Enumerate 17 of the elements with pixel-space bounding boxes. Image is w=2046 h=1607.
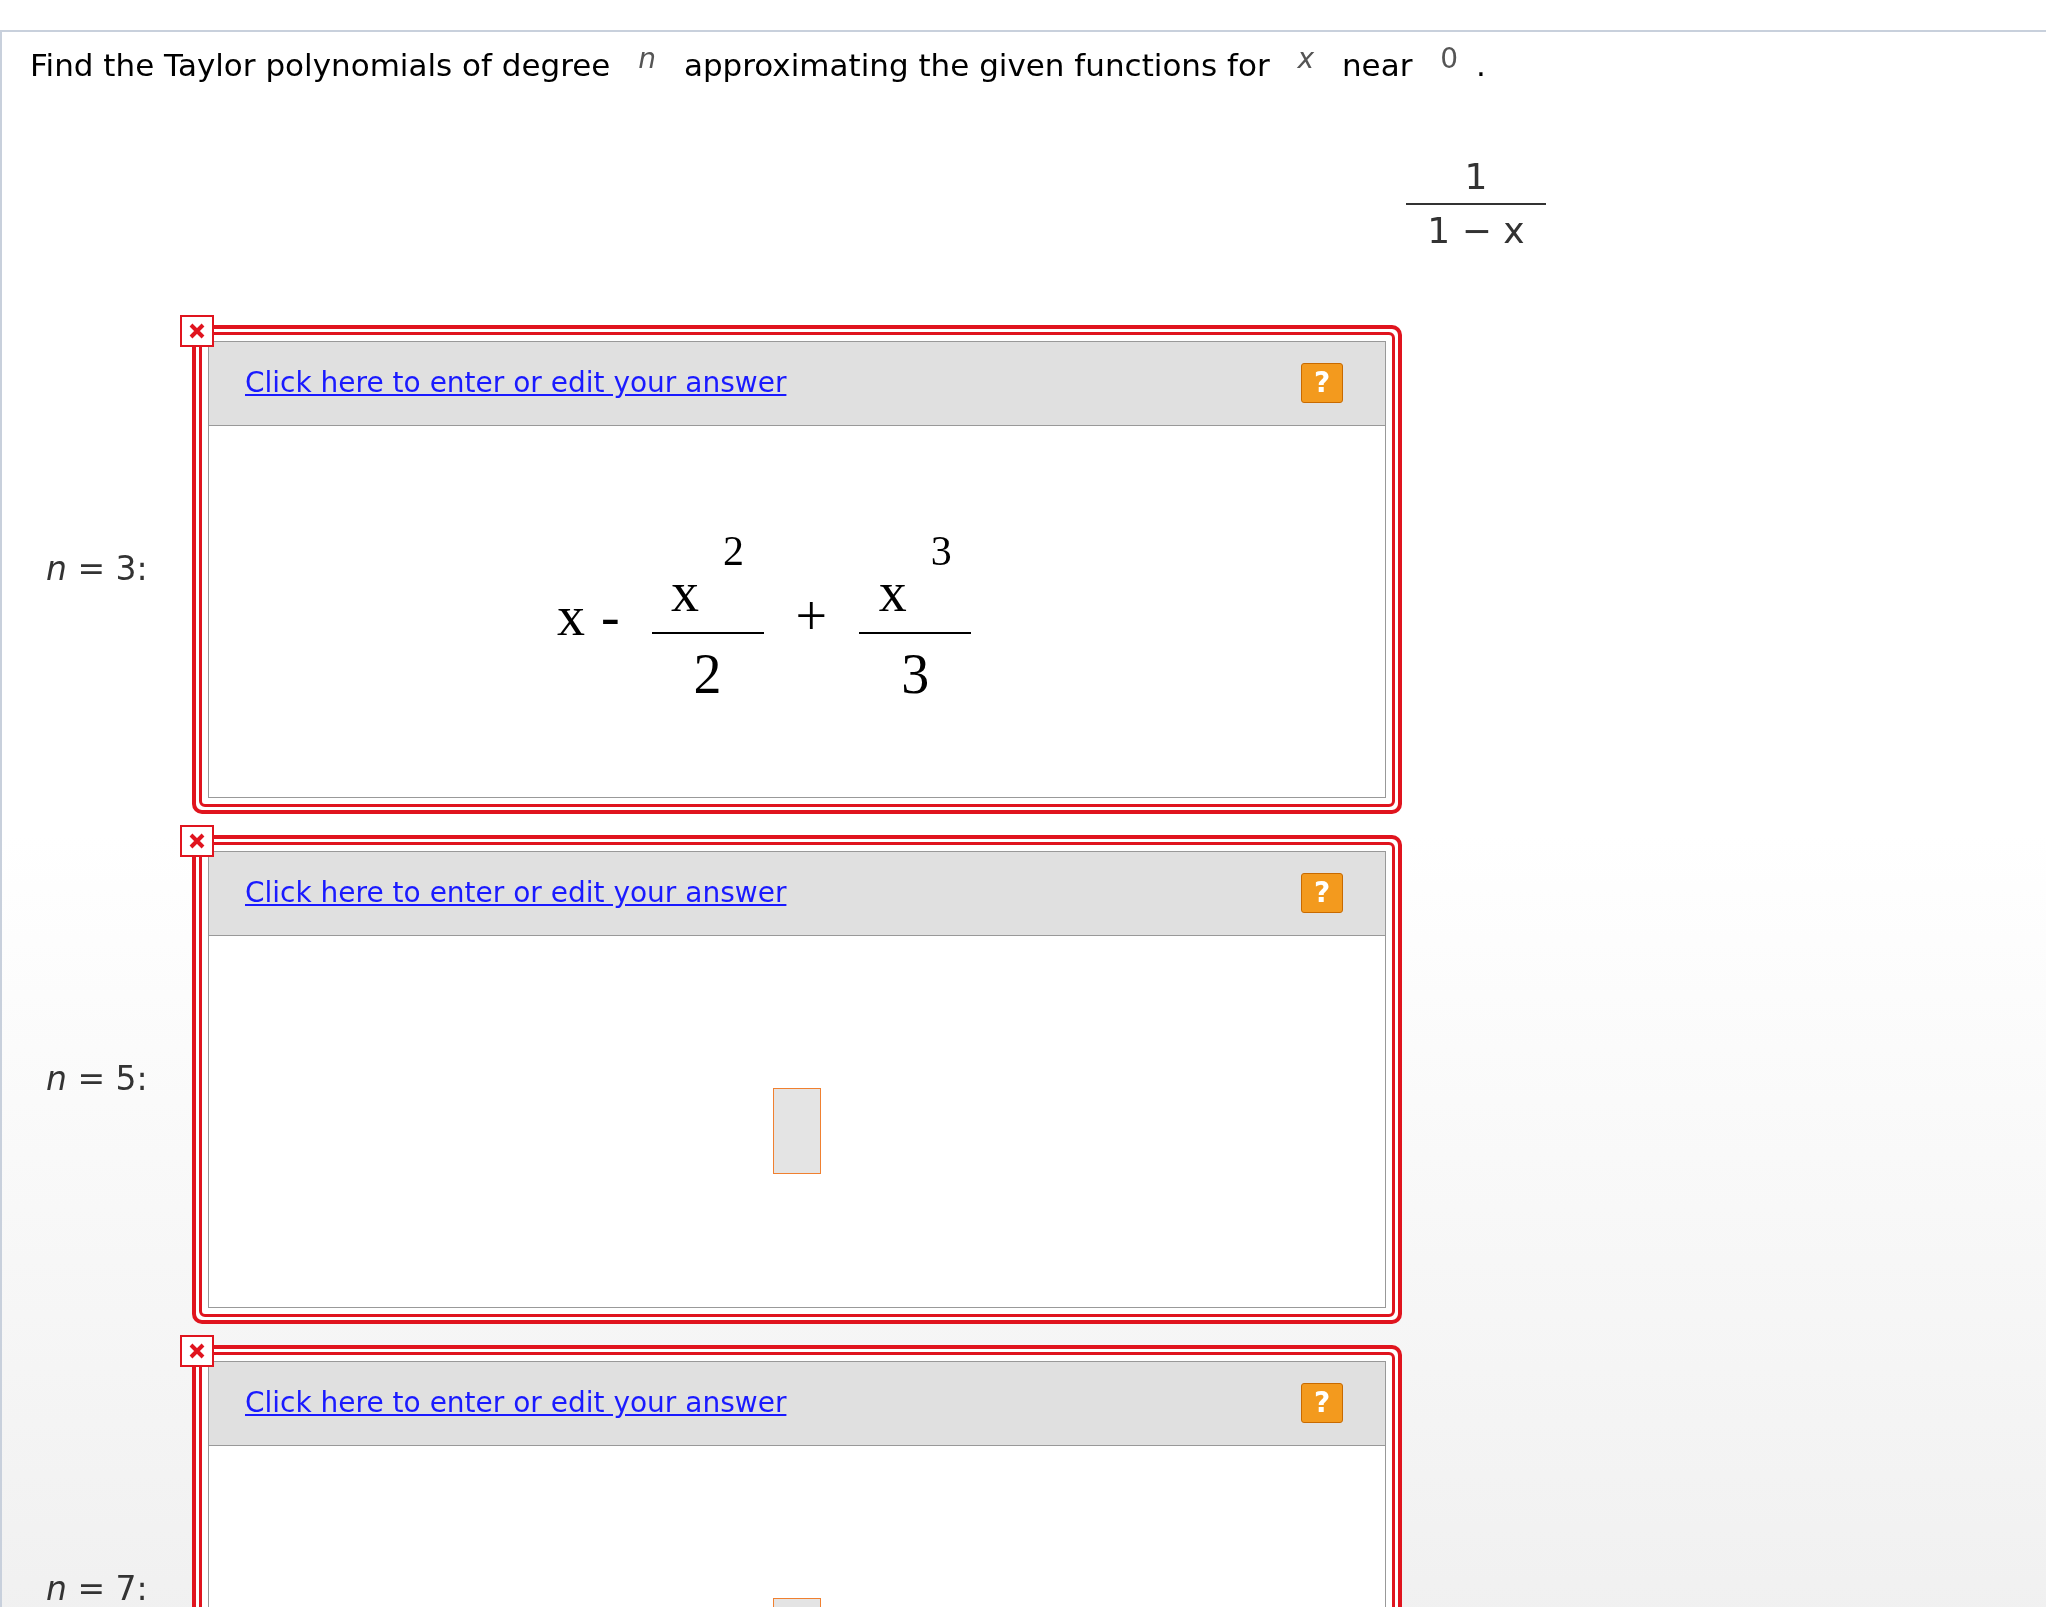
denominator: 2 <box>693 646 722 702</box>
numerator: x <box>671 564 700 620</box>
answer-label: n = 5: <box>45 1058 149 1101</box>
answer-label: n = 7: <box>45 1568 149 1607</box>
edit-answer-link[interactable]: Click here to enter or edit your answer <box>245 1382 787 1424</box>
exponent: 3 <box>930 530 952 572</box>
answer-label: n = 3: <box>45 548 149 591</box>
math-operator: - <box>599 588 621 644</box>
edit-answer-link[interactable]: Click here to enter or edit your answer <box>245 872 787 914</box>
numerator: x <box>878 564 907 620</box>
function-fraction: 1 1 − x <box>1406 158 1546 249</box>
question-text: Find the Taylor polynomials of degree n approximating the given functions for x near 0 . <box>29 41 1487 85</box>
math-variable: x <box>556 588 585 644</box>
exponent: 2 <box>723 530 745 572</box>
math-operator: + <box>794 588 829 644</box>
edit-answer-link[interactable]: Click here to enter or edit your answer <box>245 362 787 404</box>
denominator: 3 <box>901 646 930 702</box>
